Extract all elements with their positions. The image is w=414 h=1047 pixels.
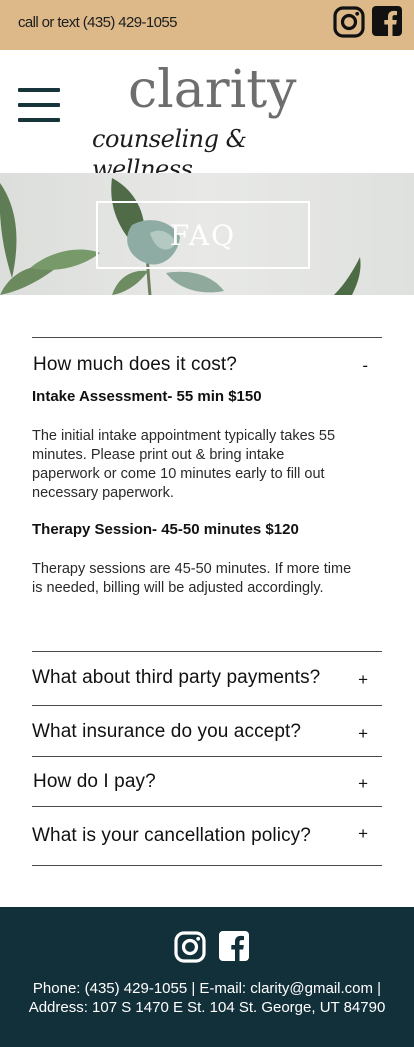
site-footer: Phone: (435) 429-1055 | E-mail: clarity@… (0, 907, 414, 1047)
contact-text[interactable]: call or text (435) 429-1055 (18, 14, 178, 31)
faq-question[interactable]: How much does it cost? (33, 354, 237, 376)
answer-text: The initial intake appointment typically… (32, 428, 336, 501)
top-contact-bar: call or text (435) 429-1055 (0, 0, 414, 50)
facebook-icon[interactable] (372, 6, 402, 36)
faq-question[interactable]: What is your cancellation policy? (32, 825, 311, 847)
expand-icon[interactable]: + (358, 670, 368, 690)
answer-text: Therapy sessions are 45-50 minutes. If m… (32, 561, 352, 596)
expand-icon[interactable]: + (358, 724, 368, 744)
footer-line-phone-email: Phone: (435) 429-1055 | E-mail: clarity@… (32, 980, 382, 997)
faq-item-cancellation[interactable]: What is your cancellation policy? + (32, 806, 382, 866)
faq-item-cost[interactable]: How much does it cost? - Intake Assessme… (32, 337, 382, 651)
site-header: clarity counseling & wellness (0, 50, 414, 183)
faq-title-box: FAQ (96, 201, 310, 269)
faq-question[interactable]: What about third party payments? (32, 667, 320, 689)
logo-title[interactable]: clarity (128, 60, 297, 120)
expand-icon[interactable]: + (358, 774, 368, 794)
faq-item-insurance[interactable]: What insurance do you accept? + (32, 705, 382, 756)
faq-item-payment[interactable]: How do I pay? + (32, 756, 382, 806)
collapse-icon[interactable]: - (362, 356, 368, 376)
faq-accordion: How much does it cost? - Intake Assessme… (32, 337, 382, 866)
answer-heading: Intake Assessment- 55 min $150 (32, 388, 262, 405)
instagram-icon[interactable] (333, 6, 365, 38)
answer-heading: Therapy Session- 45-50 minutes $120 (32, 521, 299, 538)
faq-question[interactable]: How do I pay? (33, 771, 156, 793)
footer-contact-info: Phone: (435) 429-1055 | E-mail: clarity@… (0, 979, 414, 1017)
faq-question[interactable]: What insurance do you accept? (32, 721, 301, 743)
hamburger-menu-icon[interactable] (18, 88, 60, 124)
instagram-icon[interactable] (174, 931, 206, 963)
footer-line-address: Address: 107 S 1470 E St. 104 St. George… (28, 999, 386, 1016)
page-title: FAQ (169, 218, 237, 252)
facebook-icon[interactable] (219, 931, 249, 961)
hero-banner: FAQ (0, 173, 414, 295)
faq-item-third-party[interactable]: What about third party payments? + (32, 651, 382, 705)
expand-icon[interactable]: + (358, 824, 368, 844)
